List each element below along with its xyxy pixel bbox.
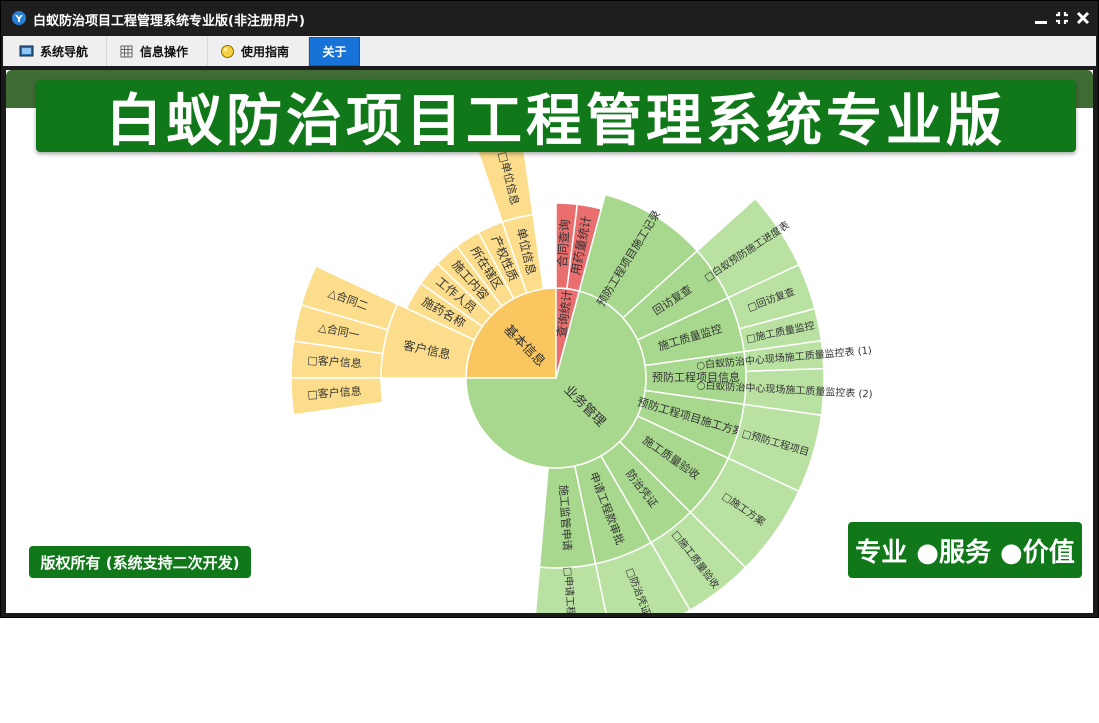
banner: 白蚁防治项目工程管理系统专业版	[36, 80, 1076, 154]
window-title: 白蚁防治项目工程管理系统专业版(非注册用户)	[33, 14, 305, 29]
minimize-icon[interactable]	[1032, 9, 1050, 27]
bulb-icon	[221, 45, 234, 58]
grid-icon	[120, 45, 133, 58]
tab-label: 使用指南	[241, 45, 290, 59]
app-logo-icon: Y	[12, 11, 26, 25]
app-window: Y 白蚁防治项目工程管理系统专业版(非注册用户) 系统导航 信息操作 使用指南 …	[0, 0, 1099, 618]
banner-title: 白蚁防治项目工程管理系统专业版	[106, 88, 1006, 154]
title-bar[interactable]: Y 白蚁防治项目工程管理系统专业版(非注册用户)	[1, 1, 1098, 35]
slogan-badge: 专业 ●服务 ●价值	[848, 522, 1082, 578]
tab-user-guide[interactable]: 使用指南	[208, 37, 309, 66]
tab-about[interactable]: 关于	[309, 37, 360, 66]
tab-label: 信息操作	[140, 45, 189, 59]
tab-label: 关于	[322, 45, 347, 59]
svg-text:Y: Y	[14, 14, 23, 25]
close-icon[interactable]	[1074, 9, 1092, 27]
sunburst-label: 合同查询	[554, 219, 572, 268]
tab-system-navigation[interactable]: 系统导航	[7, 37, 107, 66]
restore-icon[interactable]	[1053, 9, 1071, 27]
copyright-badge: 版权所有 (系统支持二次开发)	[29, 546, 251, 578]
monitor-icon	[19, 45, 34, 57]
tab-info-operation[interactable]: 信息操作	[107, 37, 208, 66]
menu-bar: 系统导航 信息操作 使用指南 关于	[3, 36, 1096, 66]
main-content: 基本信息 查询统计 业务管理 客户信息 施药名称 工作人员 施工内容 所在辖区 产权性质 单位信息…	[6, 70, 1093, 613]
tab-label: 系统导航	[40, 45, 89, 59]
